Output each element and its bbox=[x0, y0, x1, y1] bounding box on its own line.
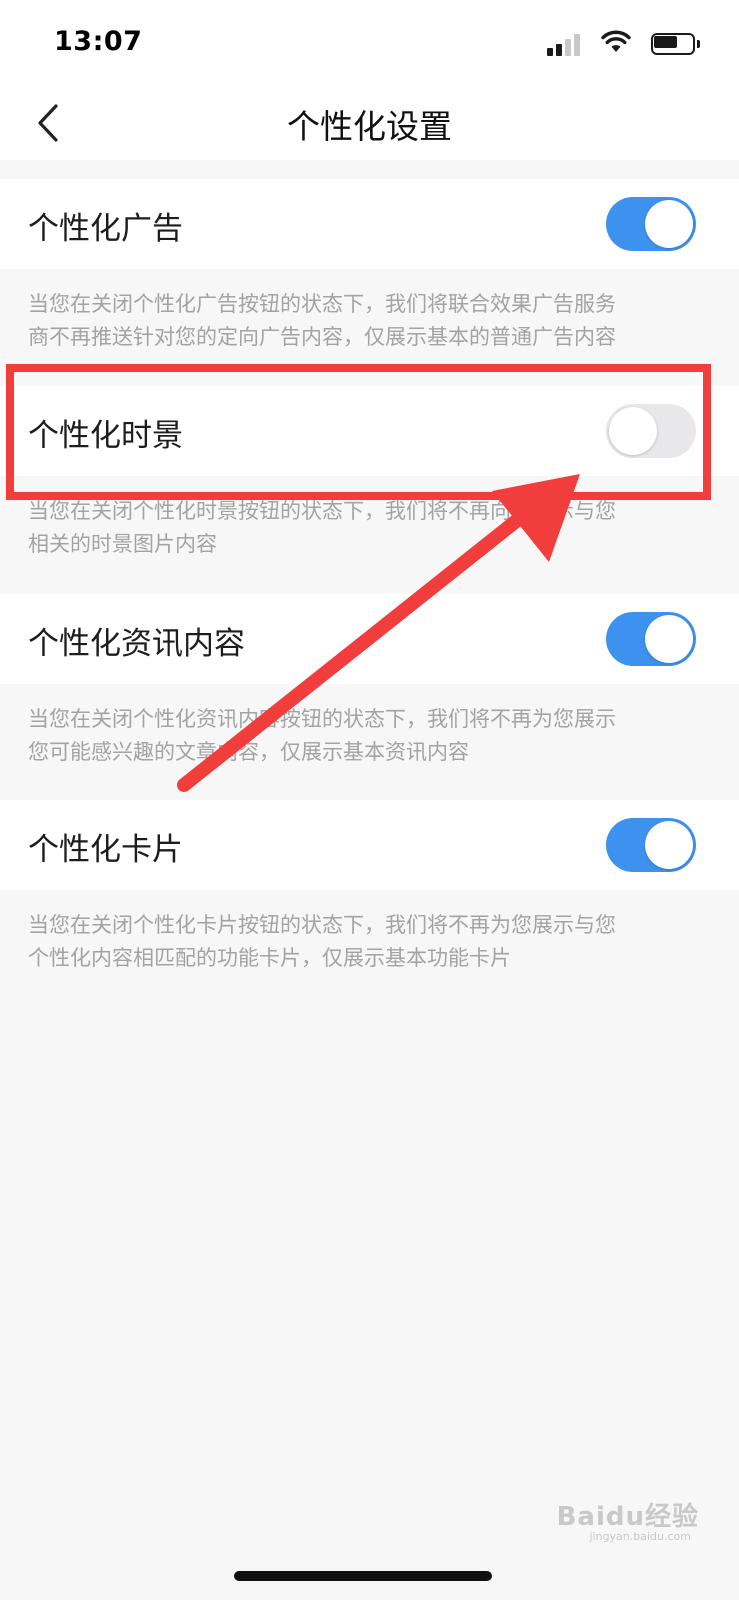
setting-label: 个性化资讯内容 bbox=[28, 626, 245, 662]
setting-description: 当您在关闭个性化时景按钮的状态下，我们将不再向您展示与您 相关的时景图片内容 bbox=[28, 499, 616, 556]
setting-description: 当您在关闭个性化资讯内容按钮的状态下，我们将不再为您展示 您可能感兴趣的文章内容… bbox=[28, 707, 616, 764]
page-title: 个性化设置 bbox=[287, 107, 452, 146]
home-indicator[interactable] bbox=[234, 1571, 492, 1581]
signal-icon bbox=[547, 34, 581, 56]
battery-icon bbox=[651, 33, 701, 55]
setting-label: 个性化广告 bbox=[28, 211, 183, 247]
setting-label: 个性化卡片 bbox=[28, 832, 183, 868]
setting-description: 当您在关闭个性化卡片按钮的状态下，我们将不再为您展示与您 个性化内容相匹配的功能… bbox=[28, 913, 616, 970]
setting-row-cards: 个性化卡片 bbox=[0, 800, 739, 890]
setting-description: 当您在关闭个性化广告按钮的状态下，我们将联合效果广告服务 商不再推送针对您的定向… bbox=[28, 292, 616, 349]
nav-bar: 个性化设置 bbox=[0, 86, 739, 160]
status-time: 13:07 bbox=[54, 26, 143, 57]
setting-row-ads: 个性化广告 bbox=[0, 179, 739, 269]
status-icons bbox=[503, 30, 703, 58]
chevron-left-icon[interactable] bbox=[30, 100, 70, 146]
status-bar: 13:07 bbox=[0, 0, 739, 86]
wifi-icon bbox=[601, 30, 631, 52]
cards-toggle[interactable] bbox=[606, 818, 696, 872]
baidu-watermark-url: jingyan.baidu.com bbox=[589, 1530, 691, 1543]
news-toggle[interactable] bbox=[606, 612, 696, 666]
ads-toggle[interactable] bbox=[606, 197, 696, 251]
setting-row-news: 个性化资讯内容 bbox=[0, 594, 739, 684]
annotation-highlight-box bbox=[6, 364, 711, 500]
baidu-watermark-logo: Baidu经验 bbox=[556, 1502, 699, 1532]
